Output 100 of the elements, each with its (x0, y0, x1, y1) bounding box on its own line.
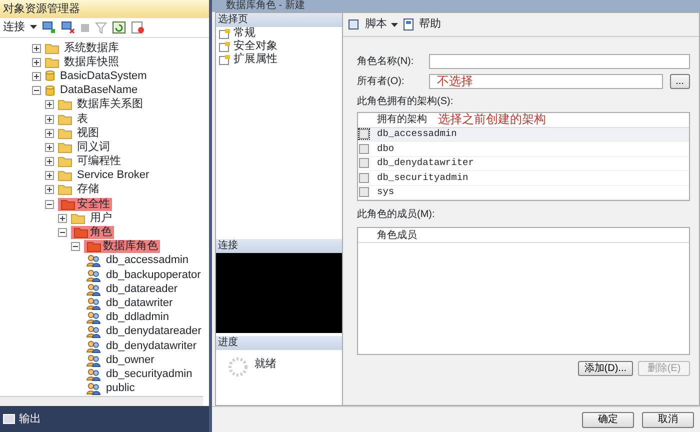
spinner-icon (227, 356, 249, 378)
progress-status: 就绪 (254, 356, 276, 372)
ok-button[interactable]: 确定 (582, 412, 634, 428)
tree-item-label[interactable]: 存储 (75, 183, 101, 196)
tree-item-label[interactable]: db_denydatawriter (104, 340, 199, 353)
folder-icon (45, 42, 59, 54)
collapse-icon[interactable] (58, 228, 67, 238)
output-tab[interactable]: 输出 (19, 410, 41, 428)
checkbox[interactable] (359, 129, 369, 140)
collapse-icon[interactable] (45, 200, 54, 209)
collapse-icon[interactable] (71, 242, 80, 252)
folder-icon (58, 142, 72, 153)
tree-item-label[interactable]: 系统数据库 (62, 42, 121, 55)
folder-icon (61, 198, 75, 210)
tree-item-label[interactable]: db_securityadmin (104, 368, 194, 381)
tree-item-label[interactable]: db_owner (104, 354, 156, 367)
checkbox[interactable] (359, 144, 369, 154)
tree-item-label[interactable]: 同义词 (75, 140, 112, 154)
tree-item-label[interactable]: db_denydatareader (104, 325, 204, 338)
tree-item-label[interactable]: 角色 (88, 226, 114, 240)
add-button[interactable]: 添加(D)... (578, 360, 632, 376)
tree-item-label[interactable]: 数据库角色 (101, 240, 160, 254)
expand-icon[interactable] (45, 185, 54, 194)
expand-icon[interactable] (58, 214, 67, 223)
owner-field[interactable]: 不选择 (429, 74, 663, 88)
page-item[interactable]: 扩展属性 (234, 51, 278, 68)
schema-row[interactable]: db_accessadmin (358, 128, 689, 142)
schema-row[interactable]: db_denydatawriter (358, 156, 689, 171)
checkbox[interactable] (359, 172, 369, 183)
schema-name: sys (377, 185, 394, 200)
tree-item-label[interactable]: BasicDataSystem (58, 70, 149, 83)
caret-icon[interactable] (30, 25, 37, 30)
checkbox[interactable] (359, 158, 369, 168)
schema-row[interactable]: dbo (358, 142, 689, 156)
expand-icon[interactable] (45, 100, 54, 110)
tree-item-label[interactable]: db_accessadmin (104, 254, 191, 268)
annotation-text: 选择之前创建的架构 (438, 113, 546, 126)
section-header: 连接 (216, 239, 342, 254)
expand-icon[interactable] (32, 44, 41, 53)
tree-item-label[interactable]: 可编程性 (75, 155, 123, 168)
users-icon (86, 325, 101, 338)
tree-item-label[interactable]: 数据库关系图 (75, 98, 145, 112)
users-icon (86, 354, 101, 367)
tree-item-label[interactable]: 用户 (88, 212, 114, 225)
caret-icon[interactable] (391, 22, 399, 28)
script-icon[interactable] (347, 18, 361, 31)
users-icon (86, 382, 101, 396)
column-header: 拥有的架构 (377, 112, 427, 127)
expand-icon[interactable] (45, 157, 54, 166)
cancel-button[interactable]: 取消 (642, 412, 694, 428)
folder-icon (58, 156, 72, 168)
member-list[interactable]: 角色成员 (357, 227, 690, 355)
tree-item-label[interactable]: db_backupoperator (104, 268, 203, 282)
refresh-icon[interactable] (112, 21, 126, 34)
tree-item-label[interactable]: public (104, 382, 137, 396)
folder-icon (58, 184, 72, 196)
schema-name: db_denydatawriter (377, 156, 474, 170)
role-name-field[interactable] (429, 54, 690, 68)
tree-item-label[interactable]: db_ddladmin (104, 311, 171, 324)
expand-icon[interactable] (45, 128, 54, 138)
tree-item-label[interactable]: db_datawriter (104, 296, 175, 310)
section-header: 进度 (216, 336, 342, 350)
folder-icon (45, 56, 59, 68)
users-icon (86, 268, 101, 282)
database-icon (45, 84, 55, 97)
field-label: 此角色的成员(M): (357, 208, 436, 222)
section-header: 选择页 (216, 13, 342, 27)
expand-icon[interactable] (45, 114, 54, 124)
disconnect-icon[interactable] (61, 21, 75, 34)
connect-icon[interactable] (42, 21, 56, 34)
tree-item-label[interactable]: 表 (75, 112, 90, 126)
users-icon (86, 282, 101, 296)
schema-row[interactable]: db_securityadmin (358, 171, 689, 186)
collapse-icon[interactable] (32, 86, 41, 96)
folder-icon (58, 170, 72, 182)
report-icon[interactable] (131, 21, 145, 34)
expand-icon[interactable] (45, 142, 54, 152)
folder-icon (74, 227, 88, 238)
help-button[interactable]: 帮助 (419, 16, 441, 33)
tree-item-label[interactable]: 视图 (75, 126, 101, 140)
schema-list[interactable]: 拥有的架构 选择之前创建的架构 db_accessadmin dbo db_denydatawriter db_securityadmin sys (357, 112, 690, 201)
tree-item-label[interactable]: db_datareader (104, 282, 180, 296)
tree-item-label[interactable]: 安全性 (75, 198, 112, 211)
schema-name: db_securityadmin (377, 170, 468, 185)
expand-icon[interactable] (45, 171, 54, 180)
checkbox[interactable] (359, 187, 369, 198)
folder-icon (58, 99, 72, 110)
script-button[interactable]: 脚本 (365, 16, 387, 33)
tree-item-label[interactable]: 数据库快照 (62, 56, 121, 69)
browse-button[interactable]: ... (670, 74, 690, 88)
schema-row[interactable]: sys (358, 186, 689, 200)
expand-icon[interactable] (32, 58, 41, 67)
horizontal-scrollbar[interactable] (0, 396, 203, 406)
expand-icon[interactable] (32, 72, 41, 81)
help-icon[interactable] (403, 18, 415, 31)
connect-dropdown[interactable]: 连接 (3, 19, 25, 36)
page-icon (218, 41, 231, 52)
annotation-text: 不选择 (436, 74, 473, 88)
tree-item-label[interactable]: DataBaseName (58, 84, 140, 98)
tree-item-label[interactable]: Service Broker (75, 169, 152, 182)
